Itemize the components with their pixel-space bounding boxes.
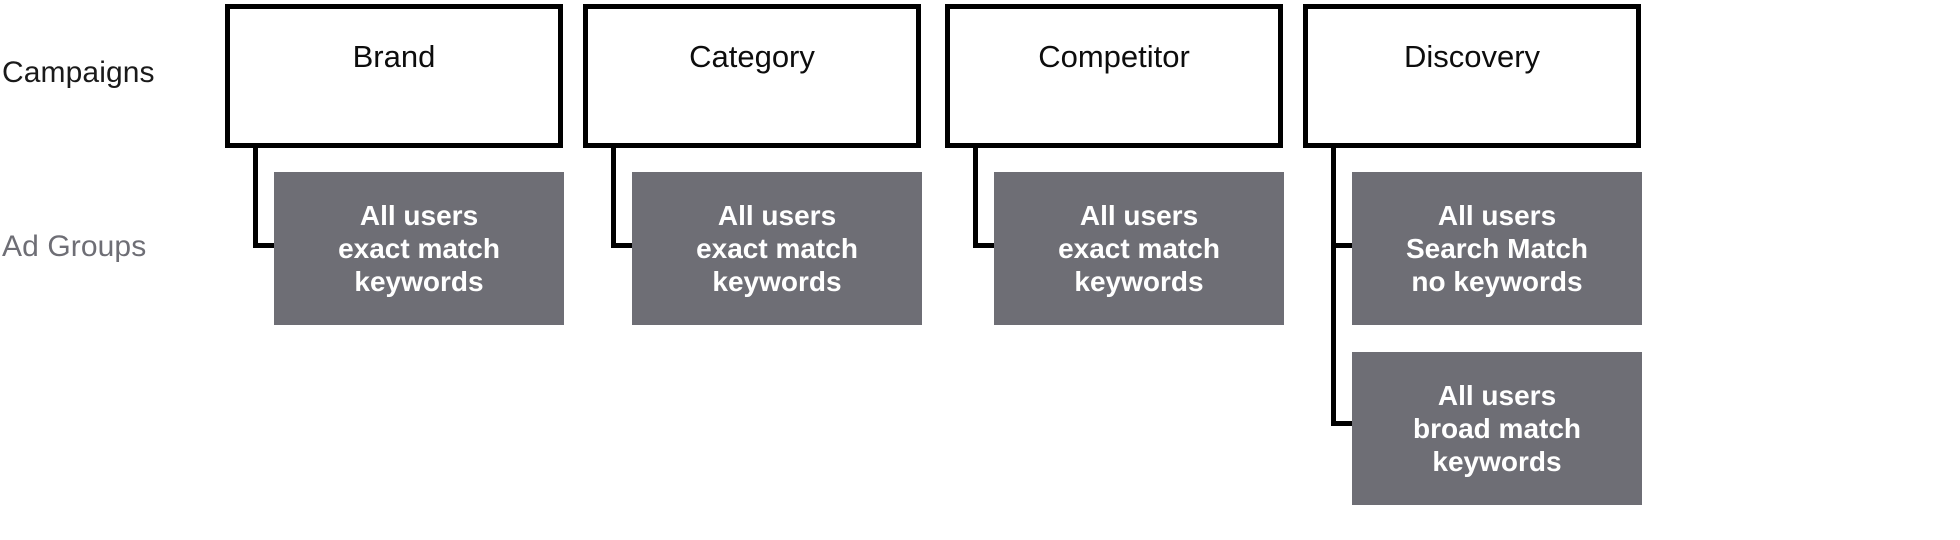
row-label-campaigns: Campaigns xyxy=(2,56,155,89)
connector-vertical-brand xyxy=(253,148,258,248)
connector-vertical-category xyxy=(611,148,616,248)
campaign-label-category: Category xyxy=(689,39,815,74)
adgroup-box-discovery-2[interactable]: All users broad match keywords xyxy=(1352,352,1642,505)
adgroup-line: Search Match xyxy=(1405,232,1589,264)
adgroup-line: no keywords xyxy=(1411,266,1583,298)
campaign-box-brand[interactable]: Brand xyxy=(225,4,563,148)
adgroup-line: exact match xyxy=(338,232,500,264)
adgroup-box-category-1[interactable]: All users exact match keywords xyxy=(632,172,922,325)
row-label-ad-groups: Ad Groups xyxy=(2,230,147,263)
adgroup-line: exact match xyxy=(1058,232,1220,264)
adgroup-line: keywords xyxy=(1074,266,1204,298)
adgroup-box-brand-1[interactable]: All users exact match keywords xyxy=(274,172,564,325)
connector-vertical-competitor xyxy=(973,148,978,248)
adgroup-line: All users xyxy=(359,199,479,231)
adgroup-line: All users xyxy=(1437,199,1557,231)
adgroup-box-competitor-1[interactable]: All users exact match keywords xyxy=(994,172,1284,325)
adgroup-line: broad match xyxy=(1412,412,1582,444)
campaign-structure-diagram: Campaigns Ad Groups Brand All users exac… xyxy=(0,0,1960,540)
campaign-box-category[interactable]: Category xyxy=(583,4,921,148)
connector-vertical-discovery xyxy=(1331,148,1336,426)
adgroup-line: keywords xyxy=(712,266,842,298)
adgroup-line: keywords xyxy=(1432,446,1562,478)
campaign-label-competitor: Competitor xyxy=(1038,39,1190,74)
adgroup-line: All users xyxy=(1437,379,1557,411)
adgroup-line: All users xyxy=(717,199,837,231)
campaign-box-competitor[interactable]: Competitor xyxy=(945,4,1283,148)
adgroup-box-discovery-1[interactable]: All users Search Match no keywords xyxy=(1352,172,1642,325)
adgroup-line: All users xyxy=(1079,199,1199,231)
campaign-label-discovery: Discovery xyxy=(1403,39,1541,74)
campaign-box-discovery[interactable]: Discovery xyxy=(1303,4,1641,148)
adgroup-line: keywords xyxy=(354,266,484,298)
campaign-label-brand: Brand xyxy=(352,39,436,74)
adgroup-line: exact match xyxy=(696,232,858,264)
